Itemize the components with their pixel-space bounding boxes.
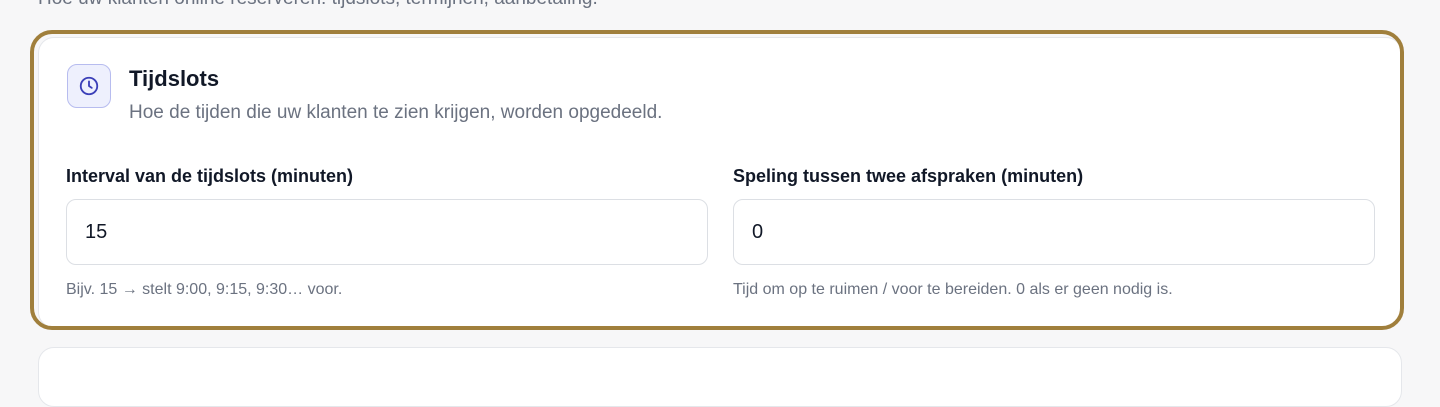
highlight-frame	[30, 30, 1404, 330]
next-settings-card	[38, 347, 1402, 407]
section-intro-text: Hoe uw klanten online reserveren: tijdsl…	[38, 0, 598, 10]
